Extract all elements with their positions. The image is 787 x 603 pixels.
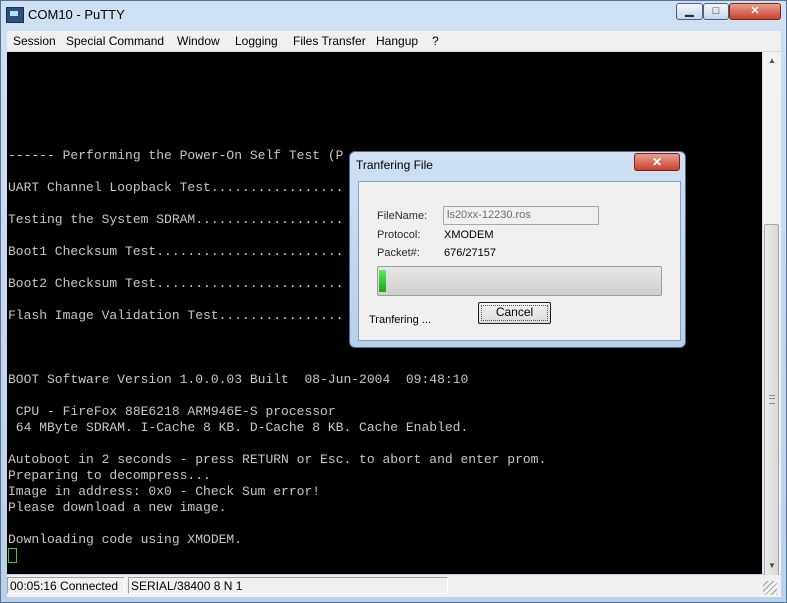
status-serial-settings: SERIAL/38400 8 N 1 bbox=[128, 577, 448, 594]
menu-help[interactable]: ? bbox=[432, 34, 439, 48]
dialog-close-button[interactable]: ✕ bbox=[634, 153, 680, 171]
terminal-line: Flash Image Validation Test.............… bbox=[8, 308, 344, 323]
terminal-cursor bbox=[8, 548, 17, 563]
terminal-line: ------ Performing the Power-On Self Test… bbox=[8, 148, 344, 163]
menu-session[interactable]: Session bbox=[13, 34, 56, 48]
resize-grip-icon[interactable] bbox=[763, 581, 777, 595]
terminal-line: Downloading code using XMODEM. bbox=[8, 532, 243, 547]
protocol-value: XMODEM bbox=[444, 229, 494, 241]
putty-icon[interactable] bbox=[6, 7, 24, 23]
filename-label: FileName: bbox=[377, 210, 428, 222]
terminal-line: Please download a new image. bbox=[8, 500, 227, 515]
filename-field: ls20xx-12230.ros bbox=[443, 206, 599, 225]
terminal-line: BOOT Software Version 1.0.0.03 Built 08-… bbox=[8, 372, 469, 387]
menu-hangup[interactable]: Hangup bbox=[376, 34, 418, 48]
terminal-line: UART Channel Loopback Test..............… bbox=[8, 180, 344, 195]
window-title: COM10 - PuTTY bbox=[28, 7, 125, 22]
terminal-line: Testing the System SDRAM................… bbox=[8, 212, 344, 227]
scrollbar-thumb[interactable] bbox=[764, 224, 779, 578]
grip-icon bbox=[769, 395, 775, 404]
status-connection: 00:05:16 Connected bbox=[7, 577, 125, 594]
terminal-line: CPU - FireFox 88E6218 ARM946E-S processo… bbox=[8, 404, 336, 419]
menu-files-transfer[interactable]: Files Transfer bbox=[293, 34, 366, 48]
close-button[interactable]: ✕ bbox=[729, 3, 781, 20]
menu-bar: Session Special Command Window Logging F… bbox=[7, 31, 781, 52]
terminal-line: Autoboot in 2 seconds - press RETURN or … bbox=[8, 452, 547, 467]
terminal-line: Boot2 Checksum Test.....................… bbox=[8, 276, 344, 291]
dialog-body: FileName: ls20xx-12230.ros Protocol: XMO… bbox=[358, 181, 681, 341]
progress-fill bbox=[379, 270, 386, 292]
transfer-progress-bar bbox=[377, 266, 662, 296]
scroll-down-arrow-icon[interactable]: ▼ bbox=[763, 557, 781, 574]
status-bar: 00:05:16 Connected SERIAL/38400 8 N 1 bbox=[7, 575, 781, 597]
menu-window[interactable]: Window bbox=[177, 34, 220, 48]
menu-logging[interactable]: Logging bbox=[235, 34, 278, 48]
vertical-scrollbar[interactable]: ▲ ▼ bbox=[762, 52, 781, 578]
protocol-label: Protocol: bbox=[377, 229, 421, 241]
terminal-line: Preparing to decompress... bbox=[8, 468, 211, 483]
terminal-line: Image in address: 0x0 - Check Sum error! bbox=[8, 484, 321, 499]
terminal-line: 64 MByte SDRAM. I-Cache 8 KB. D-Cache 8 … bbox=[8, 420, 469, 435]
menu-special-command[interactable]: Special Command bbox=[66, 34, 164, 48]
minimize-button[interactable]: ▁ bbox=[676, 3, 703, 20]
scroll-up-arrow-icon[interactable]: ▲ bbox=[763, 52, 781, 69]
terminal-line: Boot1 Checksum Test.....................… bbox=[8, 244, 344, 259]
dialog-title: Tranfering File bbox=[356, 158, 433, 172]
packet-label: Packet#: bbox=[377, 247, 420, 259]
title-bar[interactable]: COM10 - PuTTY ▁ □ ✕ bbox=[1, 1, 786, 29]
cancel-button[interactable]: Cancel bbox=[478, 302, 551, 324]
transfer-dialog: Tranfering File ✕ FileName: ls20xx-12230… bbox=[349, 151, 686, 348]
transfer-status-text: Tranfering ... bbox=[369, 314, 431, 326]
packet-value: 676/27157 bbox=[444, 247, 496, 259]
maximize-button[interactable]: □ bbox=[703, 3, 729, 20]
